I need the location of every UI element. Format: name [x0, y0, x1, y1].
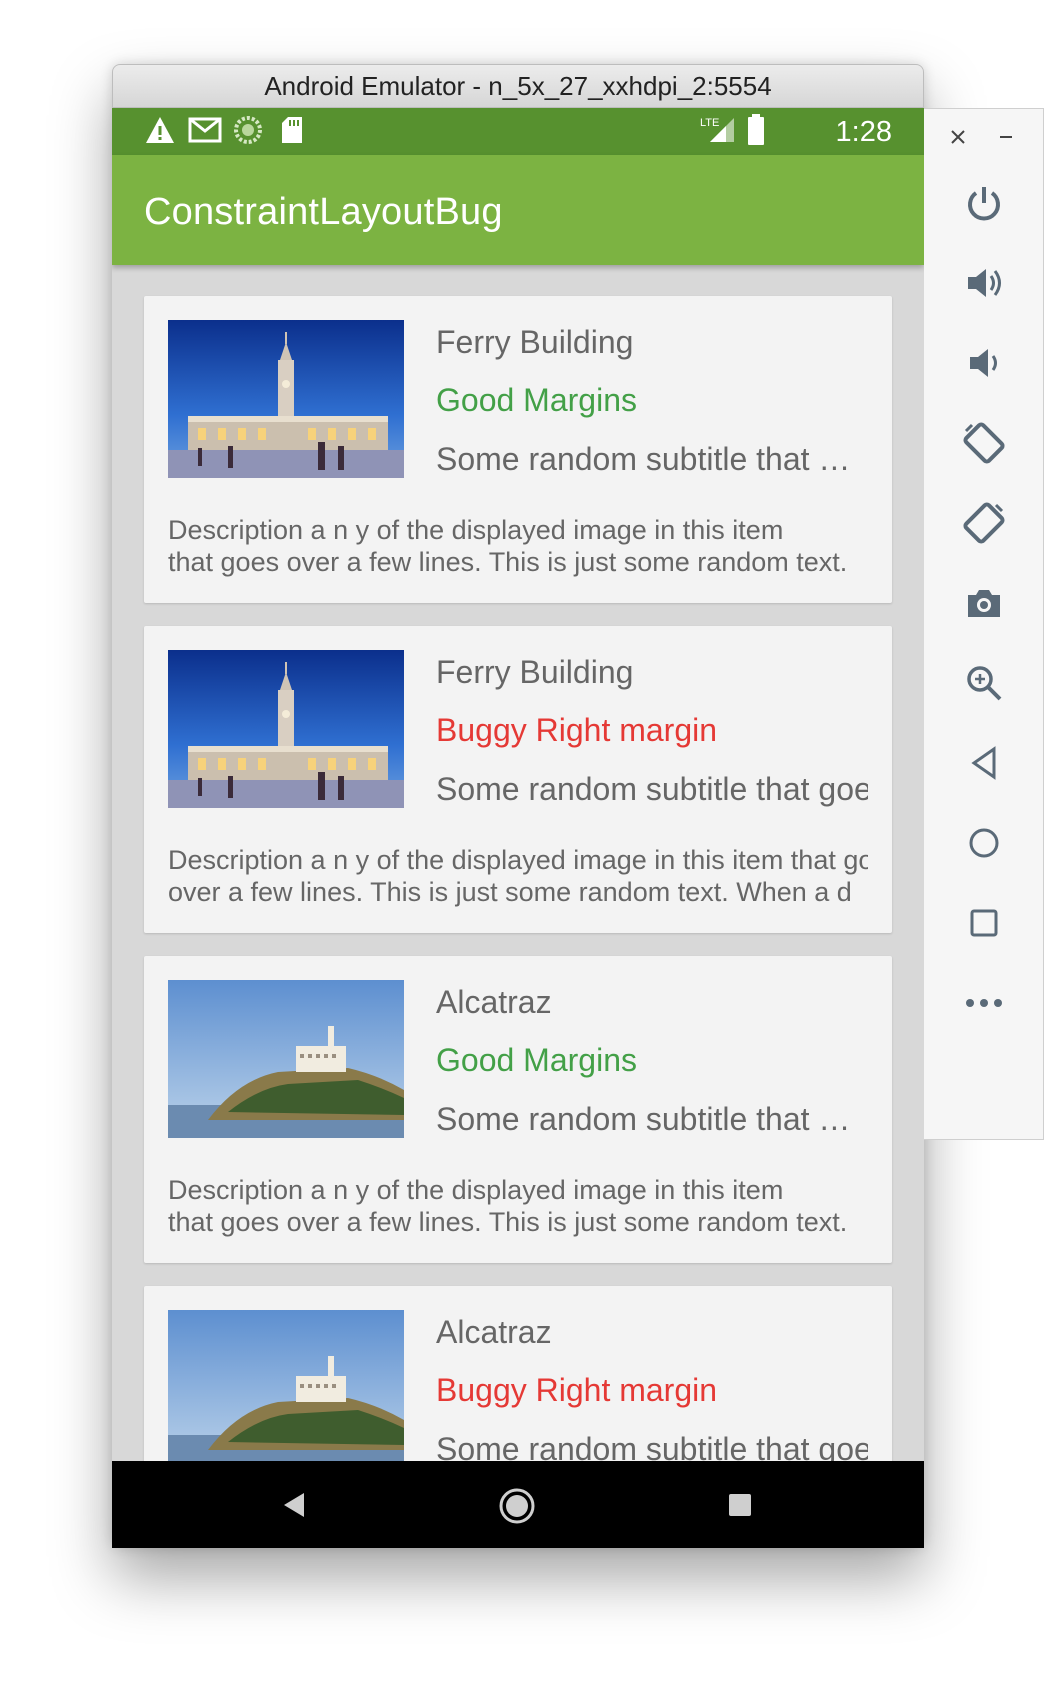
zoom-icon[interactable]	[958, 657, 1010, 709]
card-subtitle: Some random subtitle that goes	[436, 441, 856, 477]
sync-icon	[234, 116, 262, 149]
card-description: Description a n y of the displayed image…	[168, 1174, 858, 1238]
signal-icon: LTE	[700, 114, 736, 149]
gmail-icon	[188, 116, 222, 149]
card-description-line: Description a n y of the displayed image…	[168, 515, 784, 545]
home-icon[interactable]	[958, 817, 1010, 869]
card-description-line: that goes over a few lines. This is just…	[168, 1207, 848, 1237]
alcatraz-image	[168, 980, 404, 1138]
card-description-line: that goes over a few lines. This is just…	[168, 547, 848, 577]
alcatraz-image	[168, 1310, 404, 1461]
card-title: Ferry Building	[436, 654, 634, 690]
card-subtitle: Some random subtitle that goes	[436, 771, 868, 807]
card-title: Alcatraz	[436, 1314, 552, 1350]
minimize-icon[interactable]	[996, 127, 1016, 152]
card-description: Description a n y of the displayed image…	[168, 514, 858, 578]
warning-icon	[145, 116, 175, 149]
ferry-building-image	[168, 650, 404, 808]
list-item-card[interactable]: Alcatraz Buggy Right margin Some random …	[144, 1286, 892, 1461]
overview-icon[interactable]	[958, 897, 1010, 949]
power-icon[interactable]	[958, 177, 1010, 229]
card-title: Alcatraz	[436, 984, 552, 1020]
clock: 1:28	[835, 116, 892, 148]
emulator-title-bar[interactable]: Android Emulator - n_5x_27_xxhdpi_2:5554	[112, 64, 924, 108]
card-description-line: Description a n y of the displayed image…	[168, 1175, 784, 1205]
sd-card-icon	[280, 116, 304, 149]
card-list[interactable]: Ferry Building Good Margins Some random …	[112, 265, 924, 1461]
list-item-card[interactable]: Ferry Building Good Margins Some random …	[144, 296, 892, 603]
emulator-side-panel	[924, 108, 1044, 1140]
list-item-card[interactable]: Ferry Building Buggy Right margin Some r…	[144, 626, 892, 933]
app-bar: ConstraintLayoutBug	[112, 155, 924, 265]
card-margin-label: Good Margins	[436, 1042, 637, 1078]
card-title: Ferry Building	[436, 324, 634, 360]
list-item-card[interactable]: Alcatraz Good Margins Some random subtit…	[144, 956, 892, 1263]
nav-home-icon[interactable]	[498, 1487, 536, 1530]
camera-icon[interactable]	[958, 577, 1010, 629]
more-icon[interactable]	[958, 977, 1010, 1029]
rotate-right-icon[interactable]	[958, 497, 1010, 549]
nav-back-icon[interactable]	[280, 1491, 306, 1524]
card-margin-label: Buggy Right margin	[436, 1372, 718, 1408]
volume-up-icon[interactable]	[958, 257, 1010, 309]
volume-down-icon[interactable]	[958, 337, 1010, 389]
svg-text:LTE: LTE	[700, 117, 719, 129]
status-bar: LTE 1:28	[112, 108, 924, 155]
nav-recents-icon[interactable]	[728, 1493, 752, 1522]
card-subtitle: Some random subtitle that goes	[436, 1431, 868, 1461]
card-description-line: over a few lines. This is just some rand…	[168, 877, 852, 907]
ferry-building-image	[168, 320, 404, 478]
card-description-line: Description a n y of the displayed image…	[168, 845, 868, 875]
card-margin-label: Good Margins	[436, 382, 637, 418]
device-screen: LTE 1:28 ConstraintLayoutBug Ferry Build…	[112, 108, 924, 1548]
rotate-left-icon[interactable]	[958, 417, 1010, 469]
battery-icon	[747, 114, 765, 151]
card-description: Description a n y of the displayed image…	[168, 844, 868, 908]
close-icon[interactable]	[948, 127, 968, 152]
back-icon[interactable]	[958, 737, 1010, 789]
navigation-bar	[112, 1461, 924, 1548]
window-title: Android Emulator - n_5x_27_xxhdpi_2:5554	[264, 70, 772, 101]
app-title: ConstraintLayoutBug	[144, 191, 503, 233]
card-margin-label: Buggy Right margin	[436, 712, 718, 748]
card-subtitle: Some random subtitle that goes	[436, 1101, 856, 1137]
